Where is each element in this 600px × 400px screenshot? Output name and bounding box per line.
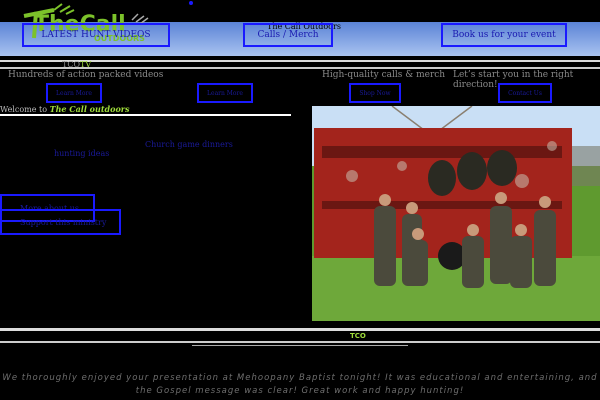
- learn-more-button[interactable]: Learn More: [197, 83, 253, 103]
- hunting-group-photo: [312, 106, 600, 321]
- shop-now-label: Shop Now: [359, 89, 391, 97]
- welcome-prefix: Welcome to: [0, 105, 50, 114]
- section-title-underline: [192, 345, 408, 346]
- photo-illustration: [312, 106, 600, 321]
- learn-more-label: Learn More: [207, 89, 243, 97]
- tv-divider: [0, 67, 600, 69]
- contact-us-label: Contact Us: [508, 89, 542, 97]
- learn-more-videos-label: Learn More: [56, 89, 92, 97]
- welcome-brand: The Call outdoors: [49, 104, 130, 114]
- hunting-ideas-link[interactable]: hunting ideas: [54, 149, 109, 158]
- nav-book-event[interactable]: Book us for your event: [441, 23, 567, 47]
- footer-divider-top: [0, 328, 600, 331]
- welcome-text: Welcome to The Call outdoors: [0, 104, 130, 114]
- welcome-underline: [0, 114, 291, 116]
- nav-latest-hunt-videos-label: LATEST HUNT VIDEOS: [41, 30, 151, 40]
- nav-indicator: [189, 1, 193, 5]
- testimonial-quote: We thoroughly enjoyed your presentation …: [2, 373, 598, 396]
- nav-calls-merch[interactable]: Calls / Merch: [243, 23, 333, 47]
- nav-calls-merch-label: Calls / Merch: [257, 30, 319, 40]
- nav-book-event-label: Book us for your event: [452, 30, 556, 40]
- support-ministry-button[interactable]: Support this ministry: [0, 209, 121, 235]
- support-ministry-label: Support this ministry: [20, 217, 107, 227]
- section-title-tco: TCO: [350, 332, 366, 340]
- learn-more-videos-button[interactable]: Learn More: [46, 83, 102, 103]
- footer-divider-mid: [0, 341, 600, 343]
- tagline-videos: Hundreds of action packed videos: [8, 70, 164, 80]
- church-game-dinners-link[interactable]: Church game dinners: [145, 140, 233, 149]
- nav-latest-hunt-videos[interactable]: LATEST HUNT VIDEOS: [22, 23, 170, 47]
- tagline-calls: High-quality calls & merch: [322, 70, 446, 80]
- contact-us-button[interactable]: Contact Us: [498, 83, 552, 103]
- shop-now-button[interactable]: Shop Now: [349, 83, 401, 103]
